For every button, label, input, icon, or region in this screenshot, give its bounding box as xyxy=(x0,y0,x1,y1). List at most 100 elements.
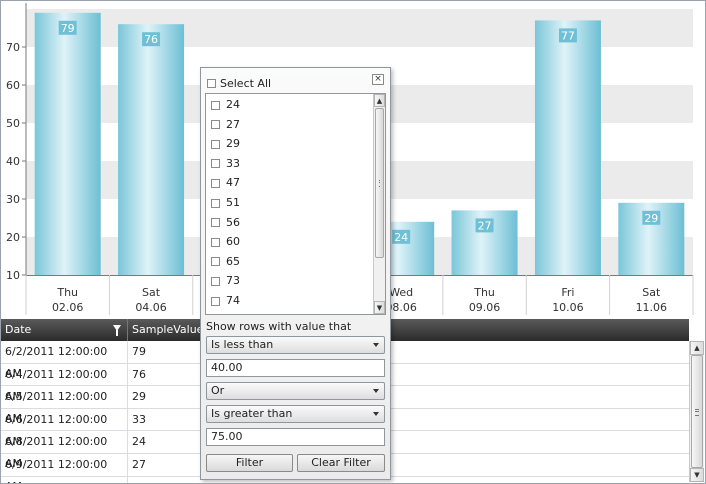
clear-filter-button-label: Clear Filter xyxy=(311,456,371,469)
x-tick-label-day: Sat xyxy=(142,286,161,299)
checkbox-icon xyxy=(211,159,220,169)
list-item-label: 65 xyxy=(226,254,240,268)
checkbox-icon xyxy=(211,198,220,208)
column-header-label: Date xyxy=(5,323,32,336)
logic-operator-dropdown[interactable]: Or xyxy=(206,382,385,400)
select-all-checkbox[interactable]: Select All xyxy=(207,76,271,90)
value1-input[interactable]: 40.00 xyxy=(206,359,385,377)
cell-date: 6/9/2011 12:00:00 AM xyxy=(1,453,128,483)
checkbox-icon xyxy=(211,296,220,306)
list-item-label: 27 xyxy=(226,117,240,131)
window: 10203040506070 79Thu02.0676Sat04.0629Mon… xyxy=(0,0,706,484)
data-label: 76 xyxy=(144,33,158,46)
data-label: 29 xyxy=(644,212,658,225)
distinct-values-list: ▲ ▼ 24 27 29 33 47 51 56 60 65 73 74 xyxy=(205,93,386,315)
value2-input[interactable]: 75.00 xyxy=(206,428,385,446)
list-item[interactable]: 51 xyxy=(211,195,240,211)
list-item[interactable]: 27 xyxy=(211,117,240,133)
value2-text: 75.00 xyxy=(211,430,243,443)
bar xyxy=(34,12,101,276)
scroll-thumb[interactable] xyxy=(375,108,384,258)
list-item-label: 60 xyxy=(226,235,240,249)
cell-date: 6/5/2011 12:00:00 AM xyxy=(1,386,128,425)
data-label: 27 xyxy=(478,219,492,232)
checkbox-icon xyxy=(211,276,220,286)
list-item-label: 29 xyxy=(226,137,240,151)
checkbox-icon xyxy=(211,139,220,149)
data-label: 77 xyxy=(561,29,575,42)
checkbox-icon xyxy=(211,257,220,267)
close-button[interactable]: × xyxy=(372,74,384,85)
x-tick-label-day: Sat xyxy=(642,286,661,299)
checkbox-icon xyxy=(211,237,220,247)
show-rows-label: Show rows with value that xyxy=(206,320,352,333)
list-item[interactable]: 56 xyxy=(211,215,240,231)
logic-value: Or xyxy=(211,384,225,397)
y-tick-label: 10 xyxy=(6,269,20,282)
select-all-label: Select All xyxy=(220,76,272,90)
operator2-value: Is greater than xyxy=(211,407,293,420)
y-tick-label: 30 xyxy=(6,193,20,206)
chevron-down-icon xyxy=(373,389,379,393)
scroll-down-button[interactable]: ▼ xyxy=(690,468,704,482)
cell-date: 6/8/2011 12:00:00 AM xyxy=(1,431,128,470)
cell-date: 6/10/2011 12:00:00 AM xyxy=(1,476,128,483)
list-item[interactable]: 33 xyxy=(211,156,240,172)
operator1-value: Is less than xyxy=(211,338,274,351)
close-icon: × xyxy=(374,74,382,84)
x-tick-label-date: 11.06 xyxy=(636,301,668,314)
bar xyxy=(534,20,601,276)
list-item-label: 47 xyxy=(226,176,240,190)
y-tick-label: 60 xyxy=(6,79,20,92)
scroll-up-button[interactable]: ▲ xyxy=(374,94,385,107)
y-tick-label: 50 xyxy=(6,117,20,130)
grid-vertical-scrollbar[interactable]: ▲ ▼ xyxy=(689,341,704,482)
list-item[interactable]: 29 xyxy=(211,136,240,152)
list-item-label: 73 xyxy=(226,274,240,288)
scroll-up-button[interactable]: ▲ xyxy=(690,341,704,355)
chevron-down-icon xyxy=(373,412,379,416)
cell-date: 6/2/2011 12:00:00 AM xyxy=(1,341,128,380)
filter-button-label: Filter xyxy=(235,456,264,469)
column-filter-popup: Select All × ▲ ▼ 24 27 29 33 47 51 56 60 65 73 74 … xyxy=(200,67,391,480)
list-item[interactable]: 47 xyxy=(211,175,240,191)
list-item-label: 56 xyxy=(226,215,240,229)
grip-icon xyxy=(379,180,380,187)
y-tick-label: 20 xyxy=(6,231,20,244)
list-item[interactable]: 73 xyxy=(211,273,240,289)
checkbox-icon xyxy=(211,218,220,228)
funnel-icon[interactable] xyxy=(113,325,121,336)
operator2-dropdown[interactable]: Is greater than xyxy=(206,405,385,423)
value1-text: 40.00 xyxy=(211,361,243,374)
column-header-label: SampleValue xyxy=(132,323,204,336)
clear-filter-button[interactable]: Clear Filter xyxy=(297,454,385,472)
list-item[interactable]: 65 xyxy=(211,254,240,270)
list-item-label: 33 xyxy=(226,156,240,170)
grip-icon xyxy=(695,408,699,416)
list-item[interactable]: 60 xyxy=(211,234,240,250)
scroll-thumb[interactable] xyxy=(691,355,703,468)
y-tick-label: 40 xyxy=(6,155,20,168)
cell-date: 6/6/2011 12:00:00 AM xyxy=(1,408,128,448)
data-label: 24 xyxy=(394,231,408,244)
list-item-label: 24 xyxy=(226,98,240,111)
x-tick-label-date: 02.06 xyxy=(52,301,84,314)
list-item[interactable]: 74 xyxy=(211,293,240,309)
list-vertical-scrollbar[interactable]: ▲ ▼ xyxy=(373,94,385,314)
scroll-down-button[interactable]: ▼ xyxy=(374,301,385,314)
list-item-label: 51 xyxy=(226,196,240,209)
list-item[interactable]: 24 xyxy=(211,97,240,113)
x-tick-label-day: Thu xyxy=(56,286,78,299)
x-tick-label-day: Fri xyxy=(561,286,574,299)
x-tick-label-date: 04.06 xyxy=(135,301,167,314)
list-item-label: 74 xyxy=(226,294,240,307)
checkbox-icon xyxy=(211,178,220,188)
x-tick-label-day: Thu xyxy=(473,286,495,299)
x-tick-label-date: 10.06 xyxy=(552,301,584,314)
chevron-down-icon xyxy=(373,343,379,347)
operator1-dropdown[interactable]: Is less than xyxy=(206,336,385,354)
y-tick-label: 70 xyxy=(6,41,20,54)
checkbox-icon xyxy=(211,100,220,110)
column-header-date[interactable]: Date xyxy=(1,319,128,341)
filter-button[interactable]: Filter xyxy=(206,454,293,472)
